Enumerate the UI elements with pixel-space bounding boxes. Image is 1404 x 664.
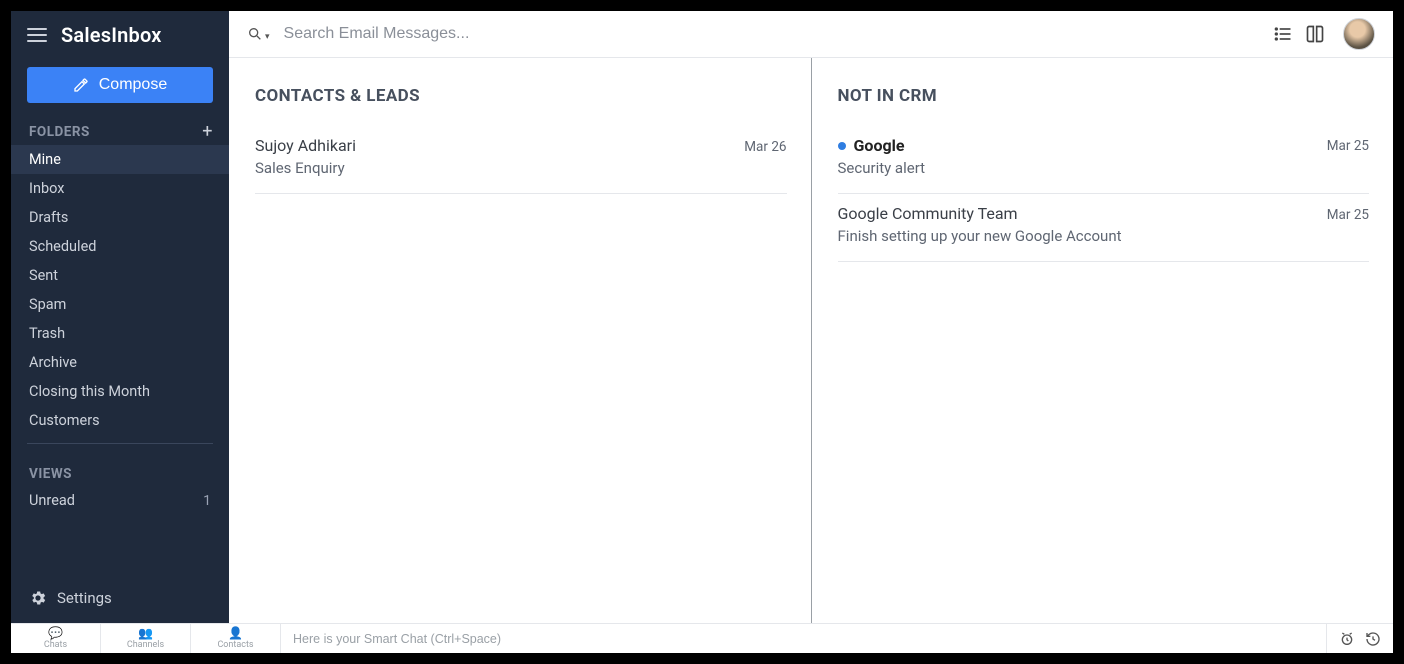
bottom-tab-label: Channels: [127, 640, 164, 650]
compose-icon: [73, 77, 89, 93]
message-date: Mar 25: [1327, 138, 1369, 154]
not-in-crm-column: NOT IN CRM GoogleMar 25Security alertGoo…: [811, 58, 1394, 623]
folders-header: FOLDERS: [29, 124, 90, 140]
folder-item[interactable]: Archive: [11, 348, 229, 377]
bottom-tab-label: Chats: [44, 640, 67, 650]
reading-view-icon[interactable]: [1305, 24, 1325, 44]
folder-item[interactable]: Inbox: [11, 174, 229, 203]
bottom-tab-label: Contacts: [217, 640, 253, 650]
bottom-tab[interactable]: 👥Channels: [101, 624, 191, 653]
contacts-leads-column: CONTACTS & LEADS Sujoy Adhikari Mar 26 Sal…: [229, 58, 811, 623]
user-avatar[interactable]: [1343, 18, 1375, 50]
folder-item[interactable]: Drafts: [11, 203, 229, 232]
message-sender: Google Community Team: [838, 204, 1018, 223]
message-item[interactable]: Google Community Team Mar 25 Finish settin…: [838, 194, 1370, 262]
search-dropdown-icon[interactable]: ▾: [265, 32, 270, 42]
search-input[interactable]: [280, 19, 1263, 49]
bottom-bar: 💬Chats👥Channels👤Contacts: [11, 623, 1393, 653]
folder-item[interactable]: Customers: [11, 406, 229, 435]
smart-chat-input[interactable]: [293, 632, 1314, 646]
message-item[interactable]: Sujoy Adhikari Mar 26 Sales Enquiry: [255, 126, 787, 194]
message-subject: Security alert: [838, 159, 1370, 177]
folder-item[interactable]: Closing this Month: [11, 377, 229, 406]
channels-icon: 👥: [138, 627, 153, 639]
compose-label: Compose: [99, 76, 167, 94]
folder-item[interactable]: Mine: [11, 145, 229, 174]
message-date: Mar 26: [744, 139, 786, 155]
folder-item[interactable]: Scheduled: [11, 232, 229, 261]
bottom-tab[interactable]: 💬Chats: [11, 624, 101, 653]
settings-button[interactable]: Settings: [11, 589, 229, 623]
settings-label: Settings: [57, 589, 112, 607]
gear-icon: [29, 589, 47, 607]
menu-icon[interactable]: [27, 28, 47, 42]
column-title: CONTACTS & LEADS: [255, 86, 787, 106]
chats-icon: 💬: [48, 627, 63, 639]
message-sender: Sujoy Adhikari: [255, 136, 356, 155]
folder-item[interactable]: Sent: [11, 261, 229, 290]
sidebar: SalesInbox Compose FOLDERS + MineInboxDr…: [11, 11, 229, 623]
view-label: Unread: [29, 492, 75, 509]
message-subject: Sales Enquiry: [255, 159, 787, 177]
message-item[interactable]: Google Mar 25 Security alert: [838, 126, 1370, 194]
unread-dot-icon: [838, 142, 846, 150]
folder-item[interactable]: Trash: [11, 319, 229, 348]
search-icon[interactable]: [247, 26, 263, 42]
view-item[interactable]: Unread 1: [11, 486, 229, 515]
list-view-icon[interactable]: [1273, 24, 1293, 44]
message-sender: Google: [854, 136, 905, 155]
divider: [27, 443, 213, 444]
folder-item[interactable]: Spam: [11, 290, 229, 319]
message-date: Mar 25: [1327, 207, 1369, 223]
message-subject: Finish setting up your new Google Accoun…: [838, 227, 1370, 245]
contacts-icon: 👤: [228, 627, 243, 639]
app-brand: SalesInbox: [61, 23, 162, 47]
add-folder-icon[interactable]: +: [202, 123, 213, 141]
views-header: VIEWS: [29, 466, 72, 482]
history-icon[interactable]: [1365, 631, 1381, 647]
bottom-tab[interactable]: 👤Contacts: [191, 624, 281, 653]
view-count: 1: [203, 493, 211, 509]
column-title: NOT IN CRM: [838, 86, 1370, 106]
topbar: ▾: [229, 11, 1393, 58]
reminder-icon[interactable]: [1339, 631, 1355, 647]
compose-button[interactable]: Compose: [27, 67, 213, 103]
